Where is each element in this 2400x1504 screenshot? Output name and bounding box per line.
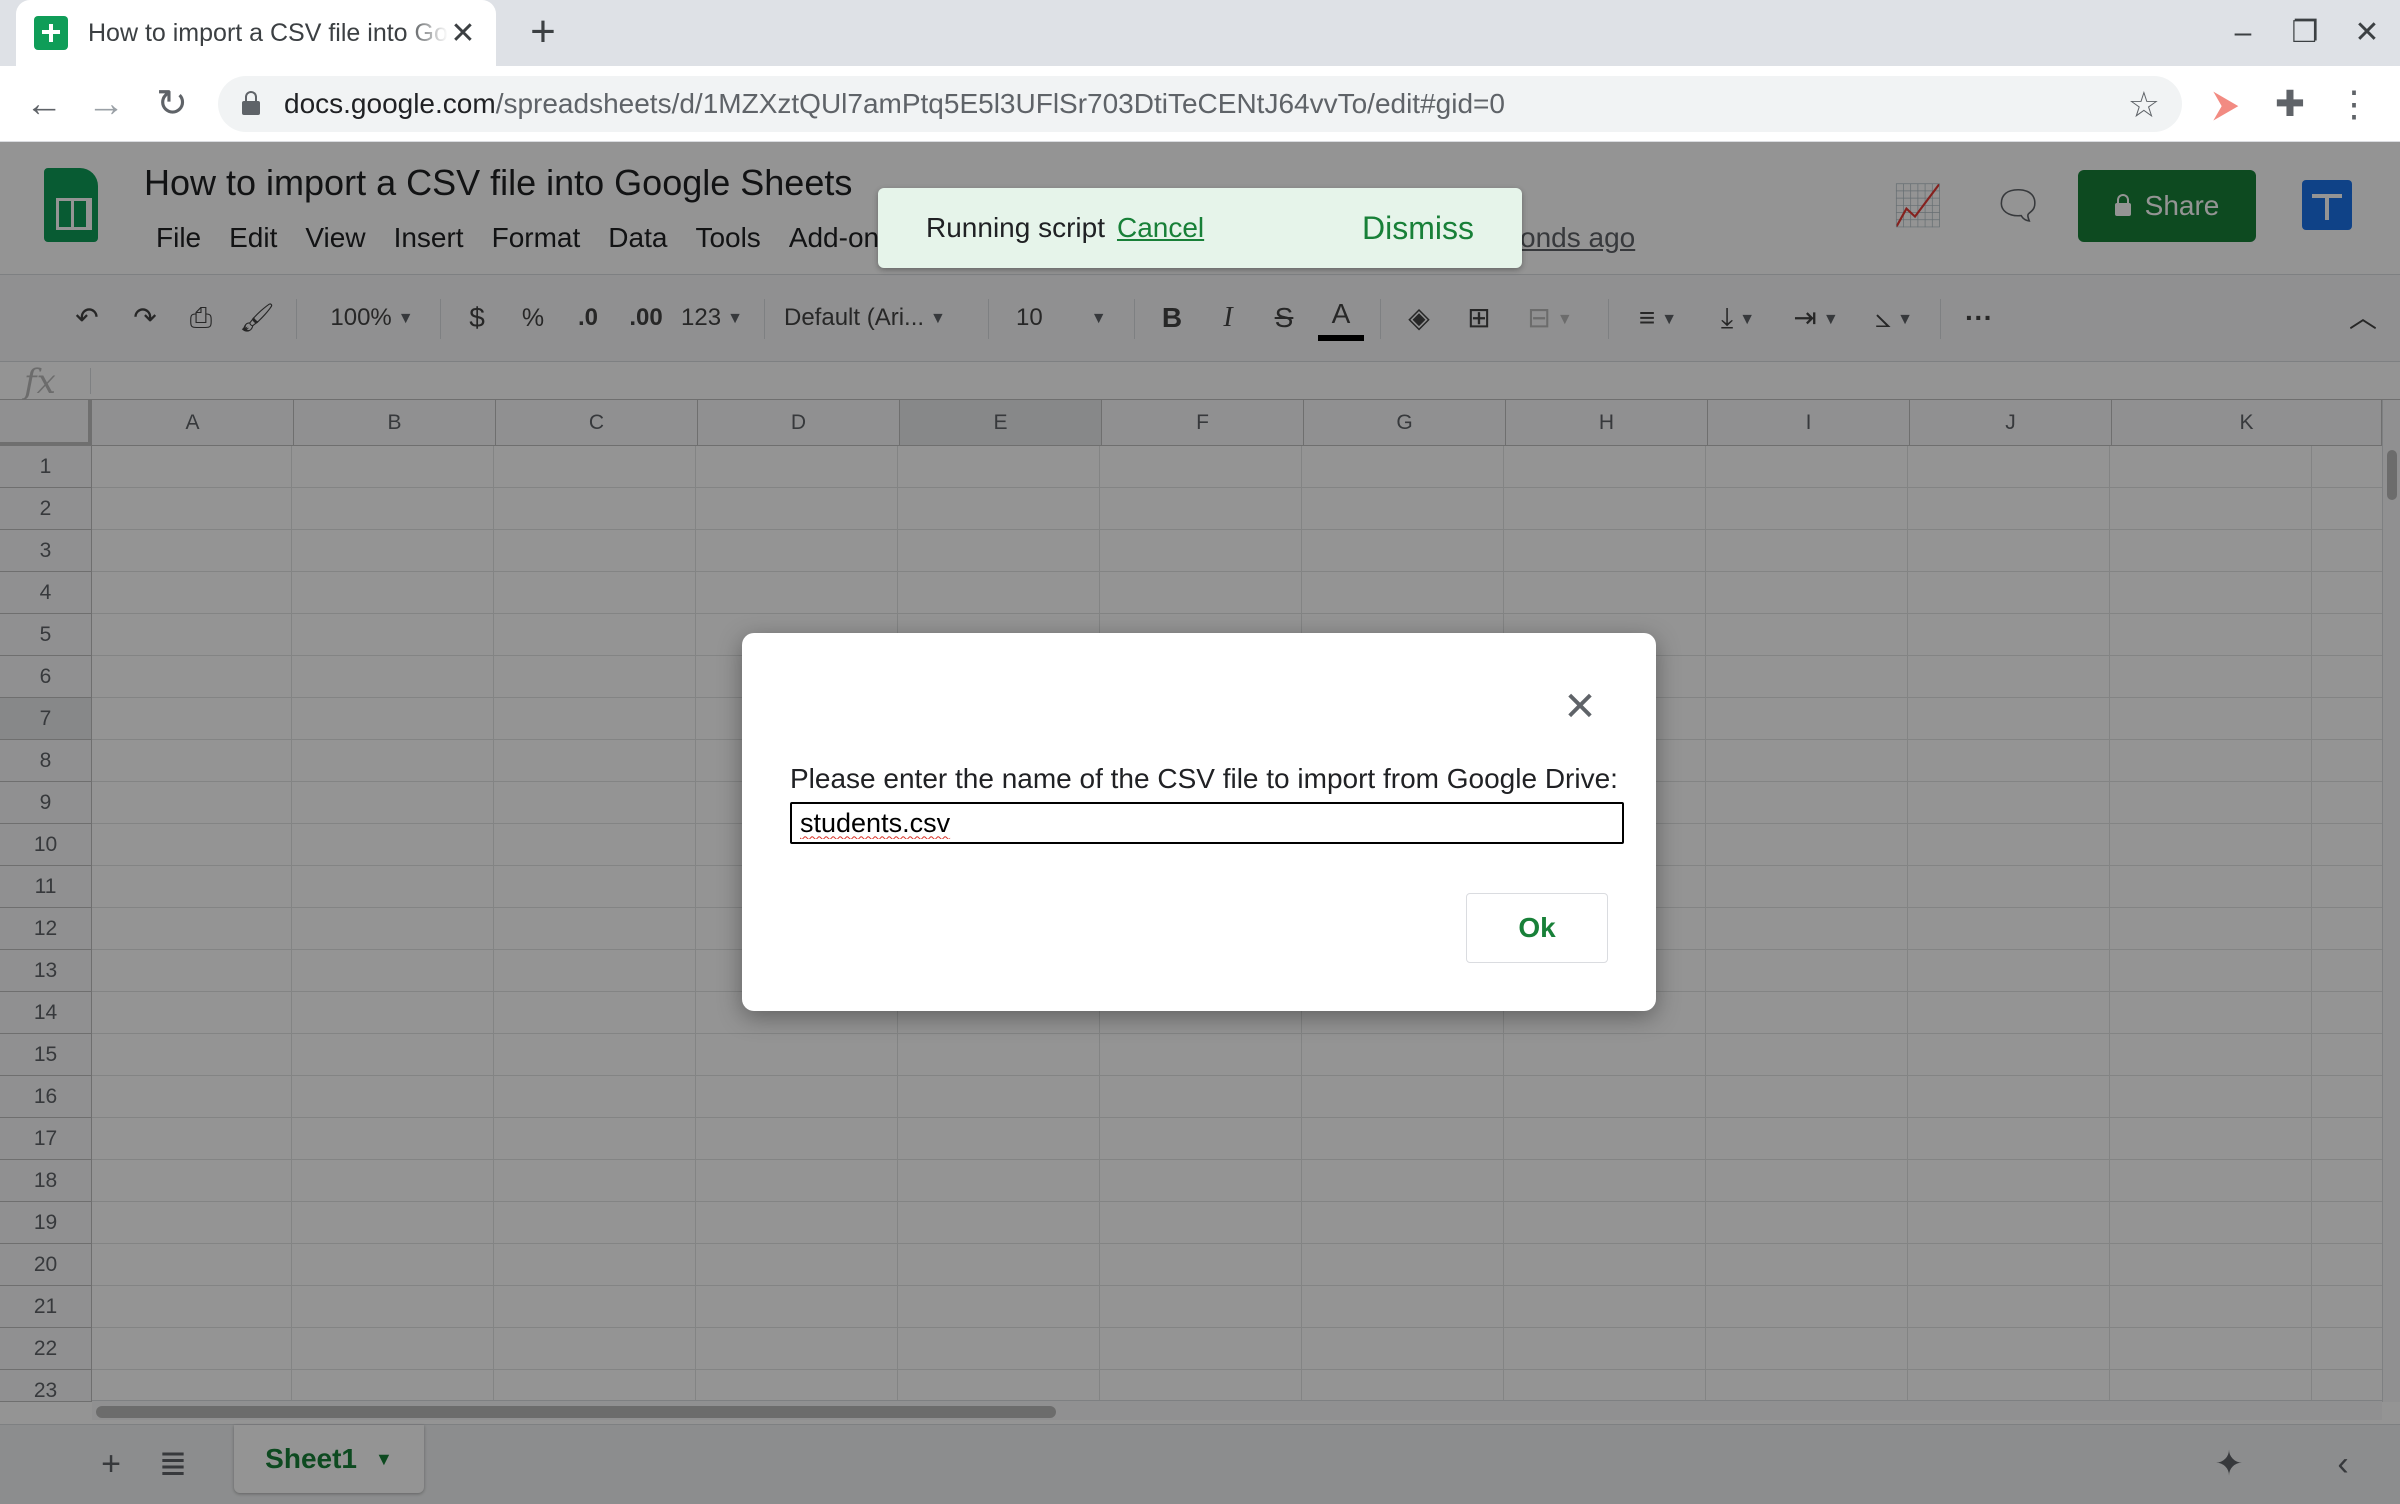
tab-title: How to import a CSV file into Google She… — [88, 18, 448, 47]
toast-dismiss-button[interactable]: Dismiss — [1362, 210, 1474, 247]
browser-tabstrip: How to import a CSV file into Google She… — [0, 0, 2400, 66]
restore-icon[interactable]: ❐ — [2280, 10, 2330, 56]
running-script-toast: Running script Cancel Dismiss — [878, 188, 1522, 268]
address-bar[interactable]: docs.google.com/spreadsheets/d/1MZXztQUl… — [218, 76, 2182, 132]
minimize-icon[interactable]: – — [2218, 10, 2268, 56]
ok-button[interactable]: Ok — [1466, 893, 1608, 963]
new-tab-button[interactable]: + — [518, 8, 568, 58]
cast-extension-icon[interactable]: ⮞ — [2200, 78, 2252, 130]
lock-icon — [242, 91, 260, 115]
back-icon[interactable]: ← — [18, 78, 70, 130]
sheets-favicon-icon — [34, 16, 68, 50]
extensions-puzzle-icon[interactable]: ✚ — [2264, 78, 2316, 130]
browser-tab[interactable]: How to import a CSV file into Google She… — [16, 0, 496, 66]
reload-icon[interactable]: ↻ — [146, 78, 198, 130]
forward-icon[interactable]: → — [80, 78, 132, 130]
dialog-close-icon[interactable]: ✕ — [1554, 681, 1606, 733]
window-close-icon[interactable]: ✕ — [2342, 10, 2392, 56]
browser-toolbar: ← → ↻ docs.google.com/spreadsheets/d/1MZ… — [0, 66, 2400, 142]
toast-message: Running script — [926, 212, 1105, 243]
tab-close-icon[interactable]: ✕ — [448, 16, 478, 51]
import-csv-dialog: ✕ Please enter the name of the CSV file … — [742, 633, 1656, 1011]
csv-filename-input[interactable] — [790, 802, 1624, 844]
dialog-prompt: Please enter the name of the CSV file to… — [790, 763, 1618, 794]
url-text: docs.google.com/spreadsheets/d/1MZXztQUl… — [284, 88, 1505, 119]
toast-cancel-link[interactable]: Cancel — [1117, 212, 1204, 244]
bookmark-star-icon[interactable]: ☆ — [2128, 84, 2160, 126]
browser-menu-icon[interactable]: ⋮ — [2328, 78, 2380, 130]
